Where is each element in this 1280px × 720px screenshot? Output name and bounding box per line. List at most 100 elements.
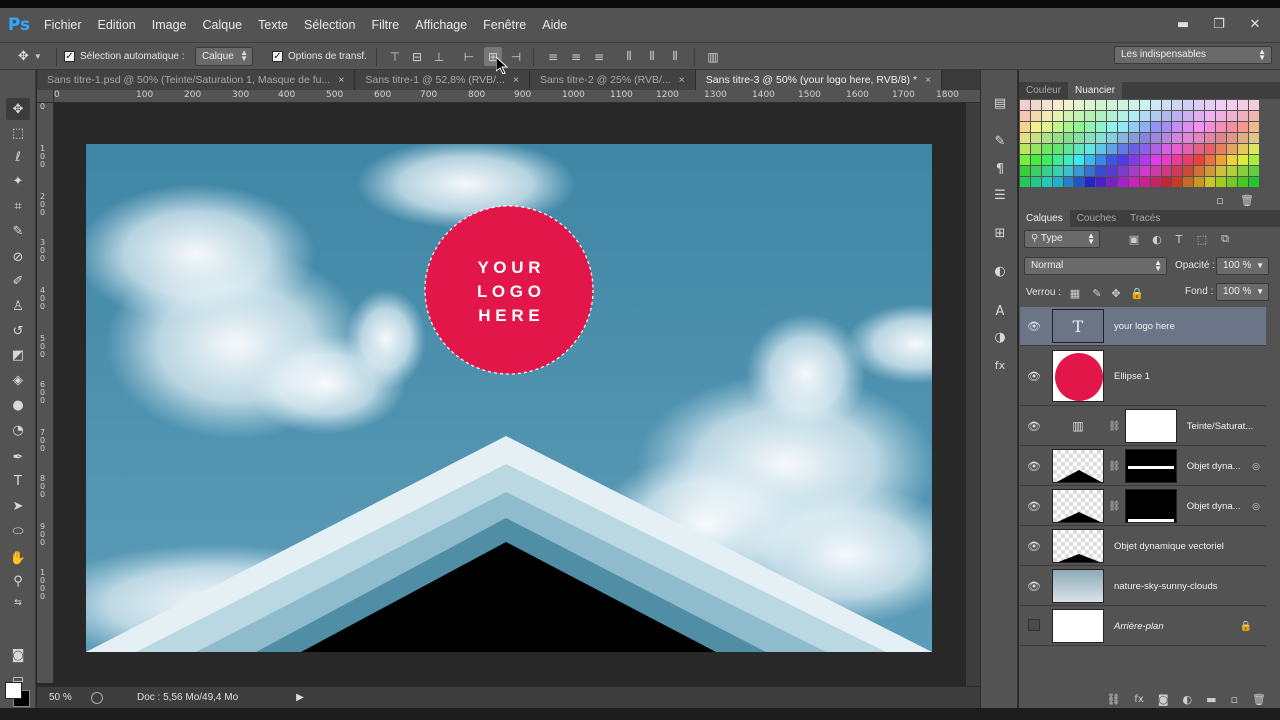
crop-tool-icon[interactable]: ⌗ bbox=[6, 195, 30, 217]
swatch-chip[interactable] bbox=[1205, 177, 1217, 188]
tab-doc-3[interactable]: Sans titre-2 @ 25% (RVB/... × bbox=[529, 70, 696, 90]
lock-pixels-icon[interactable]: ✎ bbox=[1090, 286, 1104, 300]
swatch-chip[interactable] bbox=[1118, 166, 1129, 177]
swatch-chip[interactable] bbox=[1052, 155, 1064, 166]
swatch-chip[interactable] bbox=[1183, 155, 1195, 166]
swatch-chip[interactable] bbox=[1107, 111, 1119, 122]
swatch-chip[interactable] bbox=[1194, 144, 1206, 155]
swatch-chip[interactable] bbox=[1085, 166, 1097, 177]
distribute-right-icon[interactable]: ⫴ bbox=[666, 47, 684, 66]
swatch-chip[interactable] bbox=[1237, 177, 1249, 188]
swatch-chip[interactable] bbox=[1030, 100, 1042, 111]
fill-field[interactable]: 100 % ▼ bbox=[1216, 283, 1269, 301]
swatch-chip[interactable] bbox=[1172, 133, 1184, 144]
swatch-chip[interactable] bbox=[1041, 177, 1053, 188]
lock-position-icon[interactable]: ✥ bbox=[1109, 286, 1123, 300]
menu-texte[interactable]: Texte bbox=[250, 8, 296, 42]
swatch-chip[interactable] bbox=[1139, 155, 1151, 166]
move-tool-icon[interactable]: ✥ bbox=[6, 98, 30, 120]
filter-adjust-icon[interactable]: ◐ bbox=[1150, 232, 1164, 246]
visibility-eye-icon[interactable]: 👁 bbox=[1020, 370, 1048, 383]
minimize-button[interactable]: ▬ bbox=[1172, 14, 1194, 34]
blend-mode-dropdown[interactable]: Normal ▲ ▼ bbox=[1024, 257, 1167, 275]
swatch-chip[interactable] bbox=[1128, 177, 1140, 188]
swatch-chip[interactable] bbox=[1161, 111, 1173, 122]
swatch-chip[interactable] bbox=[1183, 100, 1195, 111]
filter-type-icon[interactable]: T bbox=[1172, 232, 1186, 246]
swatch-chip[interactable] bbox=[1172, 155, 1184, 166]
swatch-chip[interactable] bbox=[1150, 111, 1162, 122]
filter-smart-icon[interactable]: ⧉ bbox=[1218, 232, 1232, 246]
menu-aide[interactable]: Aide bbox=[534, 8, 575, 42]
layer-name[interactable]: Objet dyna... bbox=[1187, 461, 1241, 472]
swatch-chip[interactable] bbox=[1118, 177, 1129, 188]
vertical-ruler[interactable]: 0 1 0 0 2 0 0 3 0 0 4 0 0 5 0 0 6 0 0 7 … bbox=[37, 103, 54, 683]
swatch-chip[interactable] bbox=[1030, 122, 1042, 133]
swatch-chip[interactable] bbox=[1194, 166, 1206, 177]
document-canvas[interactable]: Y O U R L O G O H E R E bbox=[86, 144, 932, 652]
swatch-chip[interactable] bbox=[1020, 144, 1031, 155]
swatch-chip[interactable] bbox=[1118, 144, 1129, 155]
swatch-chip[interactable] bbox=[1030, 177, 1042, 188]
swatch-chip[interactable] bbox=[1183, 166, 1195, 177]
swatch-chip[interactable] bbox=[1216, 133, 1227, 144]
swatch-chip[interactable] bbox=[1161, 177, 1173, 188]
swatch-chip[interactable] bbox=[1020, 122, 1031, 133]
swatch-chip[interactable] bbox=[1052, 177, 1064, 188]
properties-panel-icon[interactable]: ☰ bbox=[989, 184, 1011, 206]
foreground-color-swatch[interactable] bbox=[5, 682, 22, 699]
healing-brush-icon[interactable]: ⊘ bbox=[6, 246, 30, 268]
swatch-chip[interactable] bbox=[1052, 133, 1064, 144]
swatch-chip[interactable] bbox=[1063, 144, 1075, 155]
swatch-chip[interactable] bbox=[1074, 100, 1086, 111]
lock-all-icon[interactable]: 🔒 bbox=[1130, 286, 1144, 300]
magic-wand-icon[interactable]: ✦ bbox=[6, 170, 30, 192]
swatch-chip[interactable] bbox=[1041, 133, 1053, 144]
swatch-chip[interactable] bbox=[1096, 122, 1108, 133]
auto-select-checkbox[interactable]: ✓ Sélection automatique : bbox=[64, 47, 185, 66]
mask-thumbnail[interactable] bbox=[1124, 449, 1177, 483]
eraser-tool-icon[interactable]: ◩ bbox=[6, 344, 30, 366]
distribute-bottom-icon[interactable]: ≡ bbox=[590, 47, 608, 66]
swatch-chip[interactable] bbox=[1205, 100, 1217, 111]
visibility-toggle-off[interactable] bbox=[1020, 619, 1048, 634]
swatch-chip[interactable] bbox=[1237, 133, 1249, 144]
history-panel-icon[interactable]: ▤ bbox=[989, 92, 1011, 114]
menu-affichage[interactable]: Affichage bbox=[407, 8, 475, 42]
swatch-chip[interactable] bbox=[1020, 177, 1031, 188]
ellipse-tool-icon[interactable]: ⬭ bbox=[6, 520, 30, 542]
swatch-chip[interactable] bbox=[1194, 133, 1206, 144]
tab-couleur[interactable]: Couleur bbox=[1019, 82, 1068, 99]
swatch-chip[interactable] bbox=[1205, 111, 1217, 122]
swatch-chip[interactable] bbox=[1041, 111, 1053, 122]
layer-name[interactable]: Ellipse 1 bbox=[1114, 371, 1150, 382]
new-adjustment-icon[interactable]: ◐ bbox=[1183, 693, 1193, 706]
ruler-origin[interactable] bbox=[37, 90, 54, 103]
swatch-chip[interactable] bbox=[1128, 144, 1140, 155]
menu-calque[interactable]: Calque bbox=[195, 8, 251, 42]
swatch-chip[interactable] bbox=[1172, 122, 1184, 133]
layer-row[interactable]: 👁 T your logo here bbox=[1020, 307, 1266, 346]
layer-filter-dropdown[interactable]: ⚲ Type ▲ ▼ bbox=[1024, 230, 1100, 248]
menu-filtre[interactable]: Filtre bbox=[363, 8, 407, 42]
swatch-chip[interactable] bbox=[1107, 122, 1119, 133]
swatch-chip[interactable] bbox=[1030, 111, 1042, 122]
fx-panel-icon[interactable]: fx bbox=[989, 354, 1011, 376]
swatch-chip[interactable] bbox=[1085, 100, 1097, 111]
menu-edition[interactable]: Edition bbox=[90, 8, 144, 42]
swatch-chip[interactable] bbox=[1183, 177, 1195, 188]
effects-icon[interactable]: ◎ bbox=[1252, 501, 1260, 512]
swatch-chip[interactable] bbox=[1020, 166, 1031, 177]
swatch-chip[interactable] bbox=[1063, 100, 1075, 111]
swatch-chip[interactable] bbox=[1063, 177, 1075, 188]
swatch-chip[interactable] bbox=[1248, 133, 1260, 144]
swatch-chip[interactable] bbox=[1150, 177, 1162, 188]
swatch-chip[interactable] bbox=[1150, 122, 1162, 133]
swatch-chip[interactable] bbox=[1194, 111, 1206, 122]
layer-row[interactable]: 👁 ⛓ Objet dyna... ◎ bbox=[1020, 447, 1266, 486]
layer-row[interactable]: 👁 ⛓ Objet dyna... ◎ bbox=[1020, 487, 1266, 526]
align-left-icon[interactable]: ⊢ bbox=[460, 47, 478, 66]
swatch-chip[interactable] bbox=[1172, 177, 1184, 188]
clone-stamp-icon[interactable]: ♙ bbox=[6, 295, 30, 317]
swatch-chip[interactable] bbox=[1107, 177, 1119, 188]
